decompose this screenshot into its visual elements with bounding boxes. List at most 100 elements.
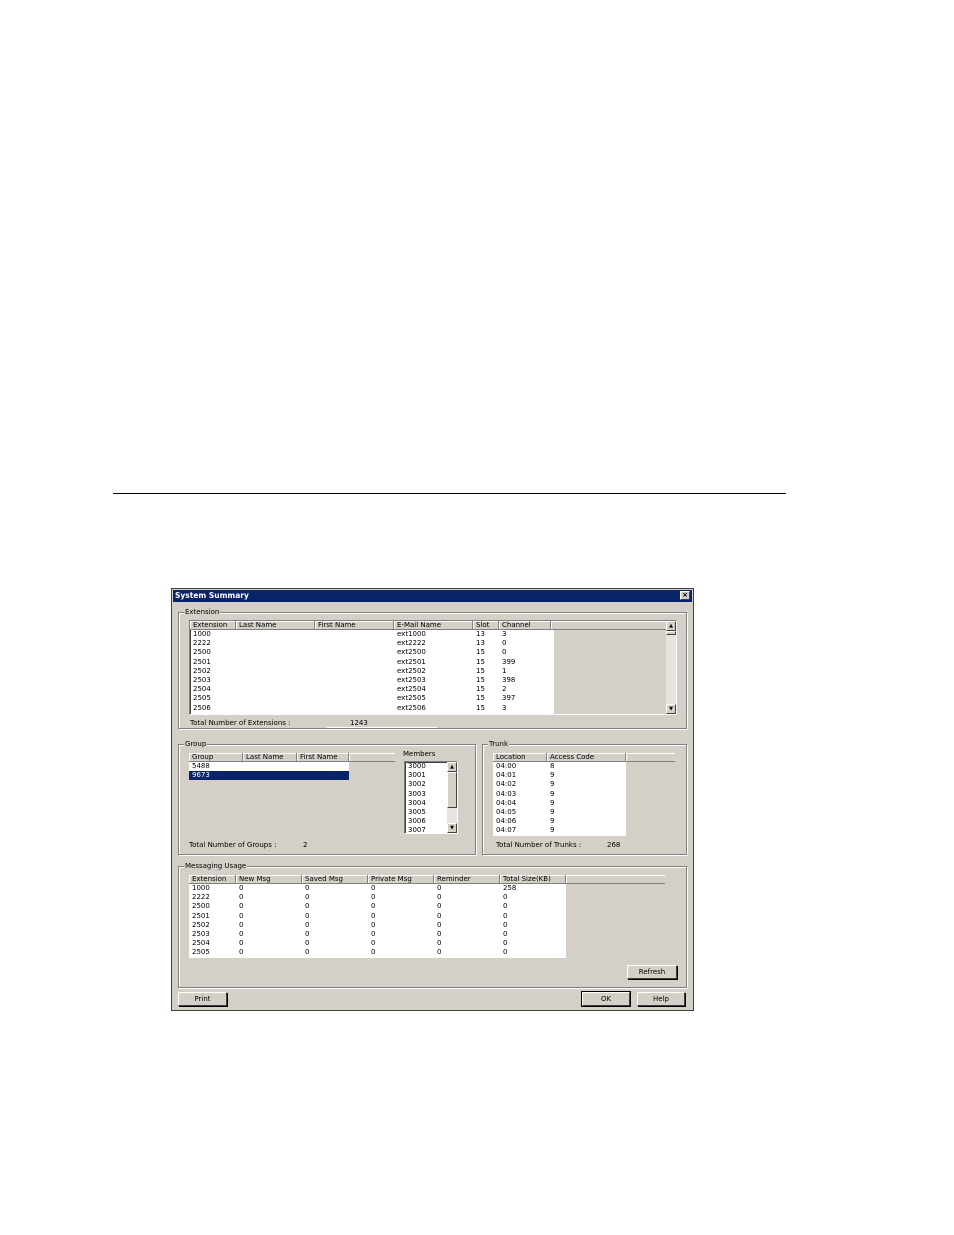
table-cell: 0 — [503, 939, 508, 948]
group-total-value: 2 — [303, 841, 308, 849]
scroll-down-icon[interactable]: ▼ — [447, 823, 457, 833]
messaging-usage-section: Messaging Usage Extension New Msg Saved Ms… — [178, 862, 687, 988]
table-cell: 0 — [503, 893, 508, 902]
extension-total-divider — [327, 727, 437, 728]
column-header[interactable]: Last Name — [243, 753, 297, 762]
column-header[interactable]: New Msg — [236, 875, 302, 884]
list-item[interactable]: 3001 — [405, 771, 447, 780]
extension-scrollbar[interactable]: ▲ ▼ — [666, 621, 676, 714]
list-item[interactable]: 3003 — [405, 790, 447, 799]
table-row[interactable]: 04:05 9 — [493, 808, 626, 817]
system-summary-dialog: System Summary × Extension Extension Last… — [171, 588, 694, 1011]
print-button[interactable]: Print — [178, 992, 227, 1006]
table-cell: 0 — [437, 939, 442, 948]
table-cell: 04:01 — [496, 771, 517, 780]
table-row[interactable]: 9673 — [189, 771, 349, 781]
table-cell: 04:05 — [496, 807, 517, 816]
table-cell: 2502 — [192, 920, 210, 929]
table-row[interactable]: 04:06 9 — [493, 817, 626, 826]
list-item[interactable]: 3006 — [405, 817, 447, 826]
group-list[interactable]: Group Last Name First Name 5488 9673 — [189, 753, 395, 833]
table-row[interactable]: 5488 — [189, 762, 349, 771]
table-cell: 0 — [239, 948, 244, 957]
members-list[interactable]: 3000 3001 3002 3003 3004 3005 3006 3007 ▲ ▼ — [404, 761, 458, 834]
table-cell: ext2503 — [397, 675, 426, 684]
column-header[interactable]: E-Mail Name — [394, 621, 473, 630]
column-header[interactable]: Slot — [473, 621, 499, 630]
table-cell: 2501 — [192, 911, 210, 920]
trunk-list[interactable]: Location Access Code 04:00 8 04:01 9 04:02 9 04… — [493, 753, 675, 836]
table-cell: 13 — [476, 630, 485, 638]
list-item[interactable]: 3007 — [405, 826, 447, 833]
table-cell: 0 — [502, 639, 507, 648]
table-cell: 0 — [371, 884, 376, 892]
table-row[interactable]: 04:00 8 — [493, 762, 626, 771]
table-row[interactable]: 2500 0 0 0 0 0 — [189, 902, 566, 911]
list-item[interactable]: 3005 — [405, 808, 447, 817]
ok-button[interactable]: OK — [581, 991, 631, 1007]
table-cell: 15 — [476, 648, 485, 657]
table-row[interactable]: 04:03 9 — [493, 790, 626, 799]
table-cell — [315, 658, 394, 667]
table-cell: 2505 — [193, 694, 211, 703]
table-cell: 3 — [502, 703, 507, 712]
scroll-thumb[interactable] — [666, 631, 676, 635]
table-row[interactable]: 2502 0 0 0 0 0 — [189, 921, 566, 930]
extension-list[interactable]: Extension Last Name First Name E-Mail Name S… — [189, 620, 677, 715]
table-cell: 0 — [437, 884, 442, 892]
list-item[interactable]: 3000 — [405, 762, 447, 771]
table-row[interactable]: 04:04 9 — [493, 799, 626, 808]
column-header[interactable]: First Name — [297, 753, 349, 762]
list-item[interactable]: 3002 — [405, 780, 447, 789]
table-row[interactable]: 2501 0 0 0 0 0 — [189, 912, 566, 921]
column-header[interactable]: Last Name — [236, 621, 315, 630]
scroll-thumb[interactable] — [447, 772, 457, 808]
list-item-text: 3001 — [408, 771, 426, 780]
table-cell: 15 — [476, 703, 485, 712]
table-row[interactable]: 04:07 9 — [493, 826, 626, 835]
column-header[interactable]: Saved Msg — [302, 875, 368, 884]
table-row[interactable]: 2504 0 0 0 0 0 — [189, 939, 566, 948]
table-cell — [236, 685, 315, 694]
table-row[interactable]: 04:02 9 — [493, 780, 626, 789]
table-cell: 0 — [437, 920, 442, 929]
list-item[interactable]: 3004 — [405, 799, 447, 808]
column-header[interactable]: Total Size(KB) — [500, 875, 566, 884]
scroll-down-icon[interactable]: ▼ — [666, 704, 676, 714]
column-header[interactable]: Channel — [499, 621, 551, 630]
table-cell — [236, 630, 315, 639]
table-row[interactable]: 1000 0 0 0 0 258 — [189, 884, 566, 893]
column-header[interactable]: Extension — [189, 875, 236, 884]
column-header[interactable]: Location — [493, 753, 547, 762]
table-row[interactable]: 2222 0 0 0 0 0 — [189, 893, 566, 902]
table-cell: 397 — [502, 694, 516, 703]
table-cell: 0 — [503, 920, 508, 929]
refresh-button[interactable]: Refresh — [627, 965, 677, 979]
dialog-title: System Summary — [175, 591, 249, 600]
messaging-list[interactable]: Extension New Msg Saved Msg Private Msg Remi… — [189, 875, 665, 959]
table-cell: 0 — [305, 893, 310, 902]
column-header[interactable]: Reminder — [434, 875, 500, 884]
table-cell: 2501 — [193, 657, 211, 666]
table-cell: 1000 — [192, 884, 210, 892]
column-header[interactable]: Private Msg — [368, 875, 434, 884]
members-scrollbar[interactable]: ▲ ▼ — [447, 762, 457, 833]
column-header[interactable]: Extension — [190, 621, 236, 630]
table-row[interactable]: 2503 0 0 0 0 0 — [189, 930, 566, 939]
scroll-up-icon[interactable]: ▲ — [447, 762, 457, 772]
scroll-up-icon[interactable]: ▲ — [666, 621, 676, 631]
table-cell: 0 — [305, 939, 310, 948]
table-cell: 0 — [239, 893, 244, 902]
table-cell: 04:06 — [496, 817, 517, 826]
table-row[interactable]: 2505 0 0 0 0 0 — [189, 948, 566, 957]
table-cell: ext2506 — [397, 703, 426, 712]
column-header[interactable]: Access Code — [547, 753, 626, 762]
page-divider — [113, 493, 786, 494]
column-header[interactable]: First Name — [315, 621, 394, 630]
close-icon[interactable]: × — [680, 591, 690, 600]
table-cell: 0 — [305, 884, 310, 892]
help-button[interactable]: Help — [637, 992, 685, 1006]
table-row[interactable]: 04:01 9 — [493, 771, 626, 780]
extension-group: Extension Extension Last Name First Name E-… — [178, 608, 687, 729]
column-header[interactable]: Group — [189, 753, 243, 762]
